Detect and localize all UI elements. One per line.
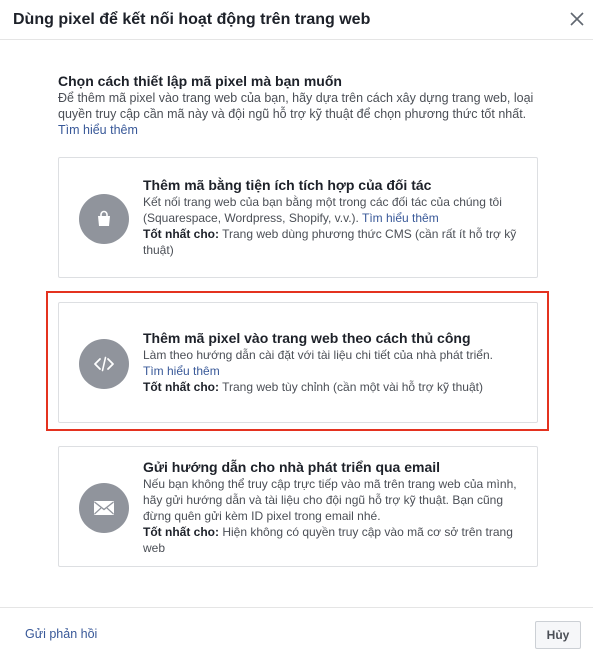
option-learn-more-row: Tìm hiểu thêm xyxy=(143,363,531,379)
option-best-for: Tốt nhất cho: Trang web dùng phương thức… xyxy=(143,226,531,258)
best-for-value: Trang web tùy chỉnh (cần một vài hỗ trợ … xyxy=(222,380,483,394)
option-best-for: Tốt nhất cho: Trang web tùy chỉnh (cần m… xyxy=(143,379,531,395)
option-learn-more-link[interactable]: Tìm hiểu thêm xyxy=(362,211,439,225)
intro-heading: Chọn cách thiết lập mã pixel mà bạn muốn xyxy=(58,73,342,89)
code-icon xyxy=(94,356,114,372)
cancel-button[interactable]: Hủy xyxy=(535,621,581,649)
intro-description: Để thêm mã pixel vào trang web của bạn, … xyxy=(58,90,543,138)
send-feedback-link[interactable]: Gửi phản hồi xyxy=(25,627,97,641)
dialog-title: Dùng pixel để kết nối hoạt động trên tra… xyxy=(13,11,371,28)
intro-description-text: Để thêm mã pixel vào trang web của bạn, … xyxy=(58,91,534,121)
option-partner-integration[interactable]: Thêm mã bằng tiện ích tích hợp của đối t… xyxy=(58,157,538,278)
shopping-bag-icon xyxy=(98,210,110,226)
option-email-developer[interactable]: Gửi hướng dẫn cho nhà phát triển qua ema… xyxy=(58,446,538,567)
best-for-label: Tốt nhất cho: xyxy=(143,227,219,241)
option-title: Thêm mã bằng tiện ích tích hợp của đối t… xyxy=(143,177,432,193)
option-description: Kết nối trang web của bạn bằng một trong… xyxy=(143,194,531,226)
option-text: Thêm mã bằng tiện ích tích hợp của đối t… xyxy=(143,176,531,258)
envelope-icon xyxy=(94,501,114,515)
option-title: Gửi hướng dẫn cho nhà phát triển qua ema… xyxy=(143,459,441,475)
option-icon-circle xyxy=(79,483,129,533)
option-best-for: Tốt nhất cho: Hiện không có quyền truy c… xyxy=(143,524,531,556)
option-description: Nếu bạn không thể truy cập trực tiếp vào… xyxy=(143,477,517,523)
best-for-label: Tốt nhất cho: xyxy=(143,380,219,394)
best-for-label: Tốt nhất cho: xyxy=(143,525,219,539)
option-learn-more-link[interactable]: Tìm hiểu thêm xyxy=(143,364,220,378)
intro-learn-more-link[interactable]: Tìm hiểu thêm xyxy=(58,123,138,137)
option-icon-circle xyxy=(79,339,129,389)
option-icon-circle xyxy=(79,194,129,244)
option-description-text: Kết nối trang web của bạn bằng một trong… xyxy=(143,195,502,225)
option-text: Thêm mã pixel vào trang web theo cách th… xyxy=(143,329,531,395)
option-text: Gửi hướng dẫn cho nhà phát triển qua ema… xyxy=(143,458,531,556)
intro-section: Chọn cách thiết lập mã pixel mà bạn muốn… xyxy=(58,73,543,138)
close-icon[interactable] xyxy=(568,10,586,28)
option-title: Thêm mã pixel vào trang web theo cách th… xyxy=(143,330,471,346)
option-manual-install[interactable]: Thêm mã pixel vào trang web theo cách th… xyxy=(58,302,538,423)
dialog-footer: Gửi phản hồi Hủy xyxy=(0,607,593,657)
dialog-header: Dùng pixel để kết nối hoạt động trên tra… xyxy=(0,0,593,40)
option-description: Làm theo hướng dẫn cài đặt với tài liệu … xyxy=(143,348,493,362)
